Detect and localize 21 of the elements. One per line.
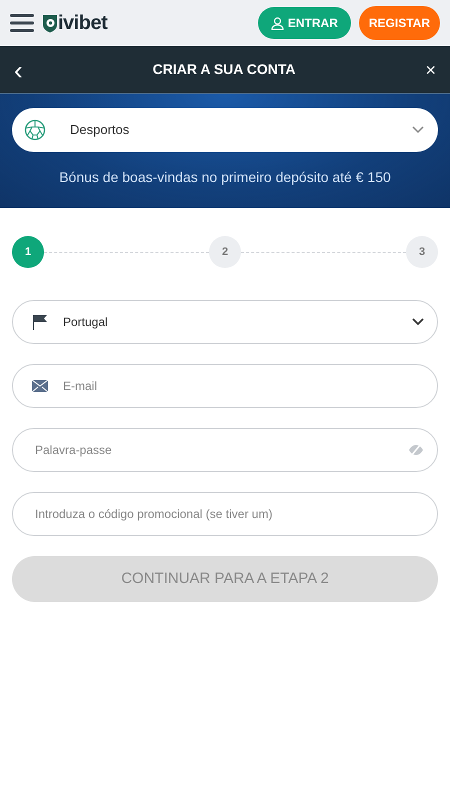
envelope-icon: [32, 380, 48, 392]
step-indicator: 1: [12, 236, 44, 268]
product-select[interactable]: Desportos: [12, 108, 438, 152]
close-button[interactable]: ×: [425, 60, 436, 78]
password-field[interactable]: Palavra-passe: [12, 428, 438, 472]
bonus-text: Bónus de boas-vindas no primeiro depósito até € 150: [58, 168, 392, 187]
chevron-down-icon: [412, 126, 424, 134]
ball-icon: [24, 119, 46, 141]
chevron-down-icon: [412, 318, 424, 326]
shield-logo-icon: [42, 14, 58, 32]
promo-code-field[interactable]: Introduza o código promocional (se tiver um): [12, 492, 438, 536]
logo-text[interactable]: ivibet: [58, 8, 108, 38]
flag-icon: [32, 314, 48, 330]
menu-icon[interactable]: [10, 13, 34, 33]
back-button[interactable]: ‹: [14, 56, 23, 82]
user-icon: [270, 16, 284, 30]
country-select[interactable]: Portugal: [12, 300, 438, 344]
email-field[interactable]: E-mail: [12, 364, 438, 408]
page-title: CRIAR A SUA CONTA: [152, 60, 296, 79]
step-indicator: 3: [406, 236, 438, 268]
step-indicator: 2: [209, 236, 241, 268]
